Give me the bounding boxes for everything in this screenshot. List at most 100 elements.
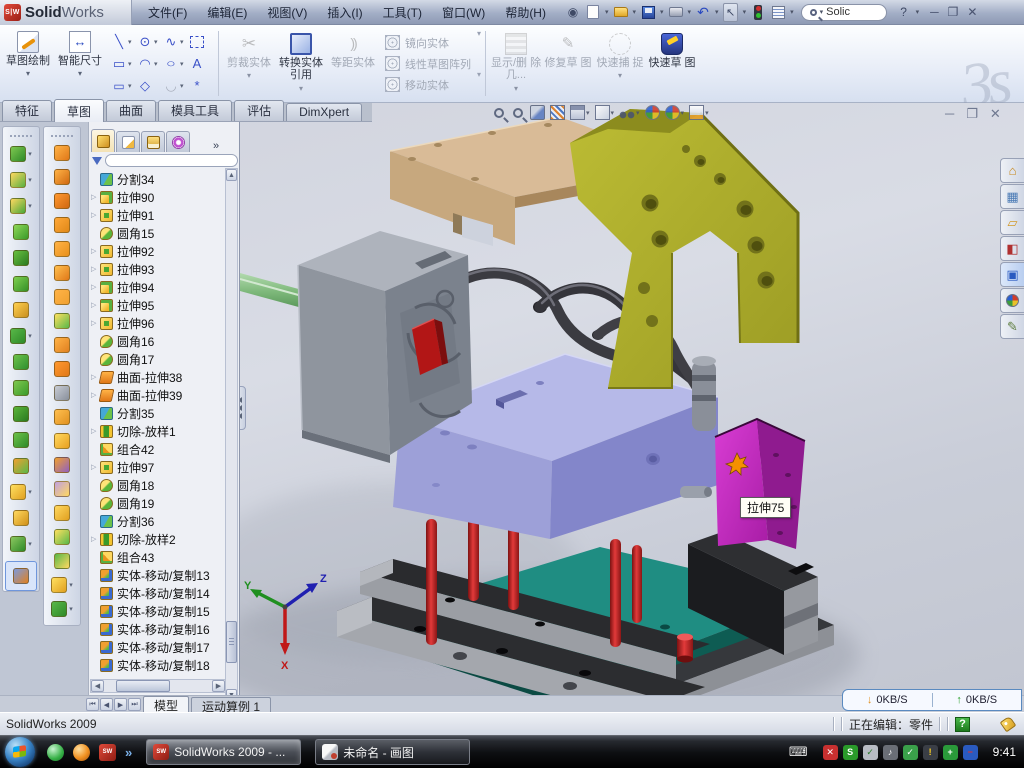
tree-item[interactable]: 实体-移动/复制17 [91,638,227,656]
menu-item[interactable]: 工具(T) [373,4,432,21]
scroll-thumb-h[interactable] [116,680,170,692]
measure-tool-icon[interactable] [5,561,37,591]
featuremanager-tab[interactable] [91,129,115,152]
quick-snaps-button[interactable]: 快速捕 捉▾ [594,27,646,101]
dimxpertmanager-tab[interactable] [166,131,190,152]
file-explorer-tab[interactable]: ◧ [1000,236,1024,261]
tray-shield-plus-icon[interactable]: + [943,745,958,760]
line-tool[interactable]: ╲ [110,33,128,51]
expand-arrow-icon[interactable]: ▷ [91,247,100,255]
tree-item[interactable]: 组合42 [91,440,227,458]
last-tab-button[interactable]: ⏭ [128,698,141,711]
fillet-feature-icon[interactable]: ▾ [3,193,39,219]
dropdown-arrow[interactable]: ▾ [180,82,188,90]
section-view-icon[interactable] [550,105,565,120]
quicklaunch-chevron-icon[interactable]: » [125,745,132,760]
tree-item[interactable]: 组合43 [91,548,227,566]
keyboard-layout-icon[interactable]: ⌨ [789,744,808,760]
display-style-icon[interactable]: ▾ [595,105,615,120]
swept-boss-icon[interactable] [3,219,39,245]
search-box[interactable]: ▾ Solic [801,4,887,21]
edit-part-icon[interactable]: ▾ [3,141,39,167]
tree-item[interactable]: 实体-移动/复制14 [91,584,227,602]
tree-item[interactable]: ▷切除-放样2 [91,530,227,548]
c-channel-icon[interactable] [44,189,80,213]
move-body-icon[interactable] [3,453,39,479]
home-tab[interactable]: ⌂ [1000,158,1024,183]
new-file-icon[interactable] [584,3,602,21]
quicklaunch-solidworks-icon[interactable]: SW [99,744,116,761]
tray-security-alert-icon[interactable]: ✕ [823,745,838,760]
menu-item[interactable]: 编辑(E) [197,4,257,21]
doc-minimize-button[interactable]: ─ [945,107,954,121]
polygon-tool[interactable]: ◇ [136,77,154,95]
wrap-icon[interactable] [44,237,80,261]
tree-item[interactable]: 实体-移动/复制16 [91,620,227,638]
delete-body-icon[interactable] [44,381,80,405]
tree-item[interactable]: 圆角17 [91,350,227,368]
corner-feature-icon[interactable] [44,525,80,549]
tray-blocked-icon[interactable]: − [963,745,978,760]
pin-icon[interactable]: ◉ [564,3,582,21]
next-tab-button[interactable]: ▶ [114,698,127,711]
configurationmanager-tab[interactable] [141,131,165,152]
tray-sync-icon[interactable]: ✓ [903,745,918,760]
ribbon-tab-DimXpert[interactable]: DimXpert [286,103,362,121]
point-tool[interactable]: * [188,77,206,95]
menu-item[interactable]: 帮助(H) [495,4,556,21]
box-feature-icon[interactable] [44,405,80,429]
linear-sketch-pattern-button[interactable]: 线性草图阵列 [385,55,471,73]
tree-item[interactable]: 圆角18 [91,476,227,494]
view-settings-icon[interactable]: ▾ [689,105,709,120]
taskbar-window-button[interactable]: SWSolidWorks 2009 - ... [146,739,301,765]
dropdown-arrow[interactable]: ▾ [688,8,692,16]
menu-item[interactable]: 插入(I) [317,4,372,21]
tree-item[interactable]: ▷拉伸95 [91,296,227,314]
mirror-feature-icon[interactable] [3,427,39,453]
vest-icon[interactable] [44,429,80,453]
tree-horizontal-scrollbar[interactable]: ◀ ▶ [90,679,226,693]
tree-item[interactable]: ▷拉伸94 [91,278,227,296]
zoom-to-area-icon[interactable] [511,106,525,120]
dome-icon[interactable] [44,213,80,237]
spline-tool[interactable]: ∿ [162,33,180,51]
sketched-bend-icon[interactable] [44,477,80,501]
tree-item[interactable]: ▷曲面-拉伸38 [91,368,227,386]
pane-splitter-handle[interactable] [240,386,246,430]
scroll-left-arrow[interactable]: ◀ [91,680,104,692]
selection-marquee-tool[interactable] [190,36,204,48]
graphics-viewport[interactable]: Y Z X ▾▾▾▾▾ ─ ❐ ✕ 拉伸75 [240,103,1024,695]
options-list-icon[interactable] [769,3,787,21]
menu-item[interactable]: 文件(F) [138,4,197,21]
solidworks-resources-tab[interactable]: ▦ [1000,184,1024,209]
dropdown-arrow[interactable]: ▾ [790,8,794,16]
restore-button[interactable]: ❐ [948,5,959,19]
ellipse-tool[interactable]: ○ [154,52,187,75]
expand-arrow-icon[interactable]: ▷ [91,427,100,435]
doc-tab-运动算例 1[interactable]: 运动算例 1 [191,697,271,712]
tree-item[interactable]: 分割34 [91,170,227,188]
custom-properties-tab[interactable]: ✎ [1000,314,1024,339]
hole-wizard-icon[interactable] [3,297,39,323]
propertymanager-tab[interactable] [116,131,140,152]
ribbon-tab-模具工具[interactable]: 模具工具 [158,100,232,121]
apply-scene-icon[interactable]: ▾ [665,105,685,120]
boundary-surface-icon[interactable] [44,309,80,333]
tree-item[interactable]: ▷曲面-拉伸39 [91,386,227,404]
slot-tool[interactable]: ▭ [110,77,128,95]
doc-tab-模型[interactable]: 模型 [143,696,189,712]
taskbar-window-button[interactable]: 未命名 - 画图 [315,739,470,765]
jog-icon[interactable] [44,453,80,477]
tree-item[interactable]: ▷拉伸90 [91,188,227,206]
rectangle-tool[interactable]: ▭ [110,55,128,73]
design-library-tab[interactable]: ▱ [1000,210,1024,235]
dropdown-arrow[interactable]: ▾ [743,8,747,16]
tree-item[interactable]: 实体-移动/复制13 [91,566,227,584]
convert-entities-button[interactable]: 转换实体引用▾ [275,27,327,101]
tree-item[interactable]: 分割36 [91,512,227,530]
help-button[interactable]: ? [895,3,913,21]
3d-model-view[interactable]: Y Z X [240,103,1024,695]
appearances-tab[interactable] [1000,288,1024,313]
scroll-up-arrow[interactable]: ▲ [226,169,237,181]
tree-item[interactable]: ▷拉伸96 [91,314,227,332]
